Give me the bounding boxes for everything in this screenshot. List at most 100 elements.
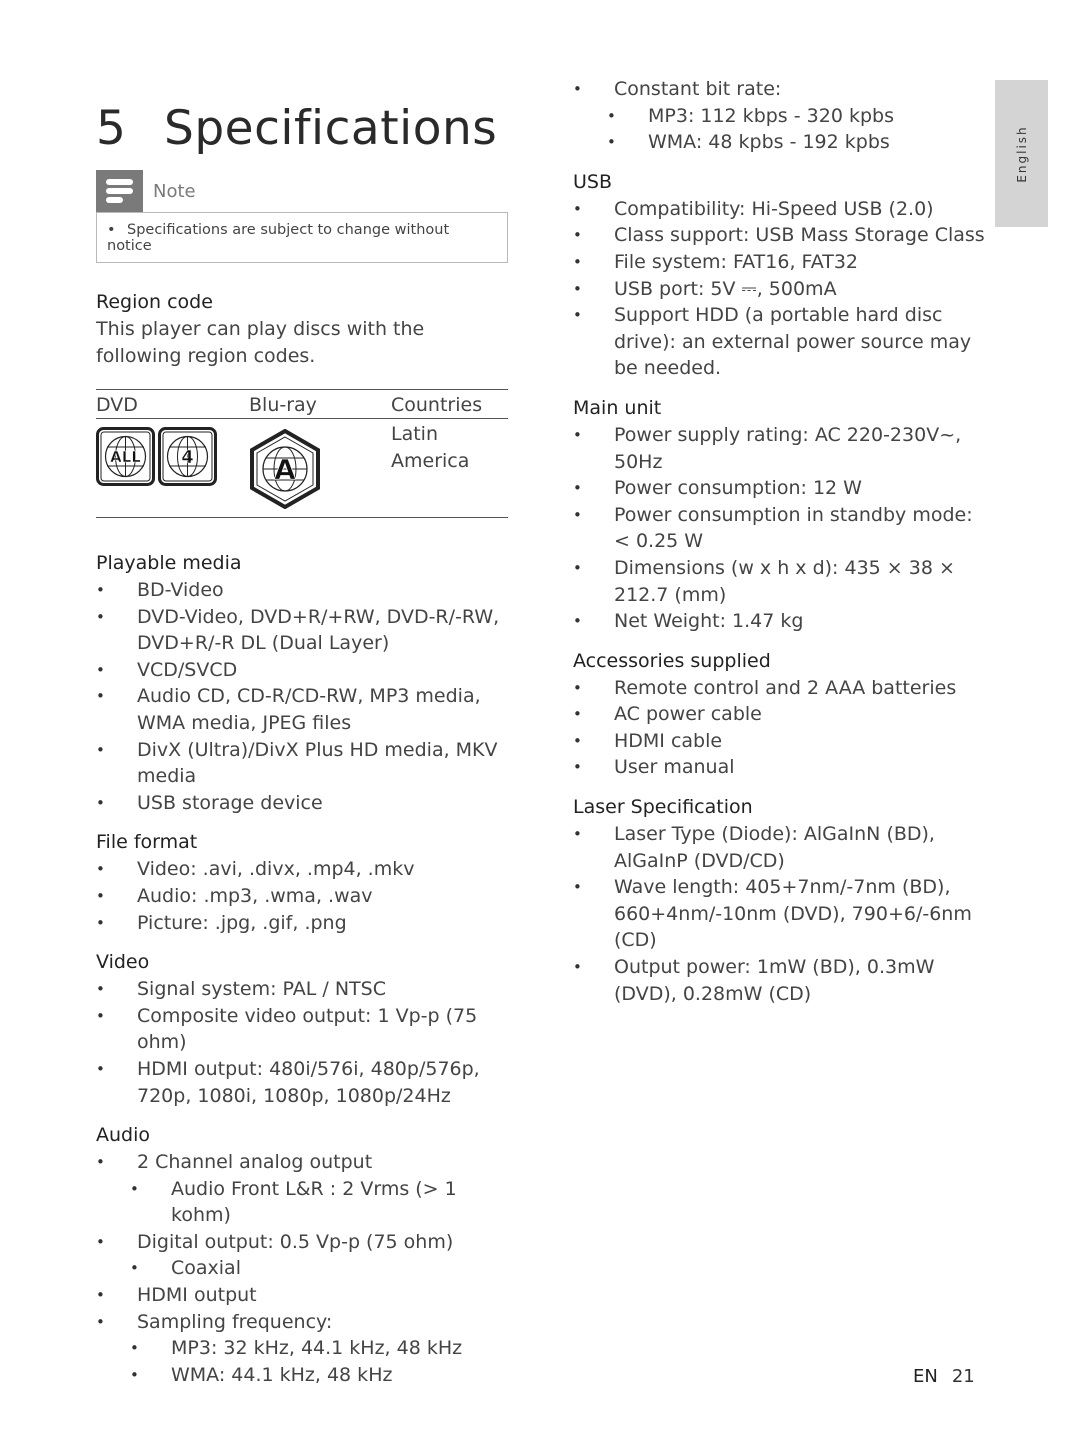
page-number: 21 — [951, 1366, 975, 1387]
list-item: Sampling frequency: — [96, 1309, 508, 1336]
chapter-number: 5 — [96, 101, 127, 157]
list-item: Digital output: 0.5 Vp-p (75 ohm) — [96, 1229, 508, 1256]
note-header: Note — [96, 170, 508, 212]
list-item: Output power: 1mW (BD), 0.3mW (DVD), 0.2… — [573, 954, 993, 1007]
spec-list: Laser Type (Diode): AlGaInN (BD), AlGaIn… — [573, 821, 993, 1007]
country-cell: Latin America — [391, 423, 470, 472]
region-a-icon: A — [250, 428, 320, 510]
list-item: Remote control and 2 AAA batteries — [573, 675, 993, 702]
svg-text:A: A — [274, 453, 296, 486]
sub-list-item: MP3: 112 kbps - 320 kpbs — [573, 103, 993, 130]
spec-list: BD-VideoDVD-Video, DVD+R/+RW, DVD-R/-RW,… — [96, 577, 508, 816]
note-box: • Specifications are subject to change wi… — [96, 212, 508, 263]
spec-section-accessories-supplied: Accessories supplied Remote control and 2… — [573, 648, 993, 781]
list-item: File system: FAT16, FAT32 — [573, 249, 993, 276]
column-header-dvd: DVD — [96, 394, 138, 416]
list-item: Power supply rating: AC 220-230V~, 50Hz — [573, 422, 993, 475]
spec-list: Compatibility: Hi-Speed USB (2.0)Class s… — [573, 196, 993, 382]
note-block: Note • Specifications are subject to chan… — [96, 170, 508, 263]
spec-section-playable-media: Playable media BD-VideoDVD-Video, DVD+R/+… — [96, 550, 508, 816]
list-item: DVD-Video, DVD+R/+RW, DVD-R/-RW, DVD+R/-… — [96, 604, 508, 657]
section-heading: Main unit — [573, 396, 662, 419]
list-item: Power consumption in standby mode: < 0.2… — [573, 502, 993, 555]
spec-list: Video: .avi, .divx, .mp4, .mkvAudio: .mp… — [96, 856, 508, 936]
section-heading: Video — [96, 951, 150, 974]
spec-section-laser-specification: Laser SpecificationLaser Type (Diode): A… — [573, 794, 993, 1007]
spec-section-usb: USB Compatibility: Hi-Speed USB (2.0)Clas… — [573, 169, 993, 382]
list-item: Composite video output: 1 Vp-p (75 ohm) — [96, 1003, 508, 1056]
svg-text:4: 4 — [181, 447, 194, 468]
svg-text:ALL: ALL — [110, 448, 141, 466]
spec-section-audio: Audio2 Channel analog outputAudio Front … — [96, 1122, 508, 1388]
left-spec-sections: Playable media BD-VideoDVD-Video, DVD+R/+… — [96, 550, 508, 1388]
dvd-region-icons: ALL 4 — [96, 427, 217, 486]
sub-list-item: WMA: 48 kpbs - 192 kpbs — [573, 129, 993, 156]
section-heading: Region code — [96, 291, 213, 313]
spec-list: Signal system: PAL / NTSCComposite video… — [96, 976, 508, 1109]
note-label: Note — [153, 180, 196, 202]
spec-section-file-format: File formatVideo: .avi, .divx, .mp4, .mk… — [96, 829, 508, 936]
list-item: HDMI output: 480i/576i, 480p/576p, 720p,… — [96, 1056, 508, 1109]
list-item: HDMI cable — [573, 728, 993, 755]
chapter-title: Specifications — [164, 101, 498, 157]
section-heading: File format — [96, 831, 198, 854]
sub-list-item: WMA: 44.1 kHz, 48 kHz — [96, 1362, 508, 1389]
list-item: Net Weight: 1.47 kg — [573, 608, 993, 635]
list-item: Dimensions (w x h x d): 435 × 38 × 212.7… — [573, 555, 993, 608]
note-icon — [96, 170, 143, 212]
list-item: Wave length: 405+7nm/-7nm (BD), 660+4nm/… — [573, 874, 993, 954]
region-description: This player can play discs with the foll… — [96, 318, 425, 367]
left-column: Note • Specifications are subject to chan… — [96, 170, 508, 1401]
sub-list-item: Coaxial — [96, 1255, 508, 1282]
right-spec-sections: USB Compatibility: Hi-Speed USB (2.0)Clas… — [573, 169, 993, 1007]
bullet: • — [107, 222, 116, 238]
region-code-section: Region code This player can play discs w… — [96, 289, 508, 518]
list-item: Compatibility: Hi-Speed USB (2.0) — [573, 196, 993, 223]
audio-bitrate-list: Constant bit rate:MP3: 112 kbps - 320 kp… — [573, 76, 993, 156]
spec-section-video: VideoSignal system: PAL / NTSCComposite … — [96, 949, 508, 1109]
language-tab: English — [995, 80, 1048, 227]
spec-list: 2 Channel analog outputAudio Front L&R :… — [96, 1149, 508, 1388]
section-heading: USB — [573, 170, 613, 193]
list-item: User manual — [573, 754, 993, 781]
page-footer: EN 21 — [913, 1366, 975, 1387]
spec-section-main-unit: Main unit Power supply rating: AC 220-230… — [573, 395, 993, 635]
list-item: Laser Type (Diode): AlGaInN (BD), AlGaIn… — [573, 821, 993, 874]
list-item: USB storage device — [96, 790, 508, 817]
list-item: Audio: .mp3, .wma, .wav — [96, 883, 508, 910]
list-item: 2 Channel analog output — [96, 1149, 508, 1176]
list-item: DivX (Ultra)/DivX Plus HD media, MKV med… — [96, 737, 508, 790]
list-item: AC power cable — [573, 701, 993, 728]
bluray-region-cell: A — [249, 419, 391, 517]
list-item: Class support: USB Mass Storage Class — [573, 222, 993, 249]
language-tab-label: English — [1014, 124, 1029, 183]
region-table: DVD Blu-ray Countries ALL 4 A Latin Amer… — [96, 389, 508, 518]
list-item: Signal system: PAL / NTSC — [96, 976, 508, 1003]
list-item: Power consumption: 12 W — [573, 475, 993, 502]
list-item: Video: .avi, .divx, .mp4, .mkv — [96, 856, 508, 883]
right-column: Constant bit rate:MP3: 112 kbps - 320 kp… — [573, 76, 993, 1020]
section-heading: Playable media — [96, 552, 242, 574]
list-item: Picture: .jpg, .gif, .png — [96, 910, 508, 937]
sub-list-item: Audio Front L&R : 2 Vrms (> 1 kohm) — [96, 1176, 508, 1229]
column-header-bluray: Blu-ray — [249, 394, 317, 416]
list-item: USB port: 5V ⎓, 500mA — [573, 276, 993, 303]
list-item: VCD/SVCD — [96, 657, 508, 684]
region-table-row: ALL 4 A Latin America — [96, 419, 508, 517]
dvd-region-cell: ALL 4 — [96, 419, 249, 517]
spec-list: Remote control and 2 AAA batteriesAC pow… — [573, 675, 993, 781]
note-text: Specifications are subject to change wit… — [107, 222, 450, 254]
region-table-header: DVD Blu-ray Countries — [96, 390, 508, 419]
list-item: BD-Video — [96, 577, 508, 604]
spec-list: Power supply rating: AC 220-230V~, 50HzP… — [573, 422, 993, 635]
region-4-icon: 4 — [158, 427, 217, 486]
list-item: Audio CD, CD-R/CD-RW, MP3 media, WMA med… — [96, 683, 508, 736]
column-header-countries: Countries — [391, 394, 483, 416]
page-title: 5 Specifications — [96, 101, 497, 156]
section-heading: Audio — [96, 1124, 151, 1147]
list-item: Constant bit rate: — [573, 76, 993, 103]
section-heading: Accessories supplied — [573, 649, 771, 672]
region-all-icon: ALL — [96, 427, 155, 486]
list-item: Support HDD (a portable hard disc drive)… — [573, 302, 993, 382]
footer-language: EN — [913, 1366, 938, 1387]
